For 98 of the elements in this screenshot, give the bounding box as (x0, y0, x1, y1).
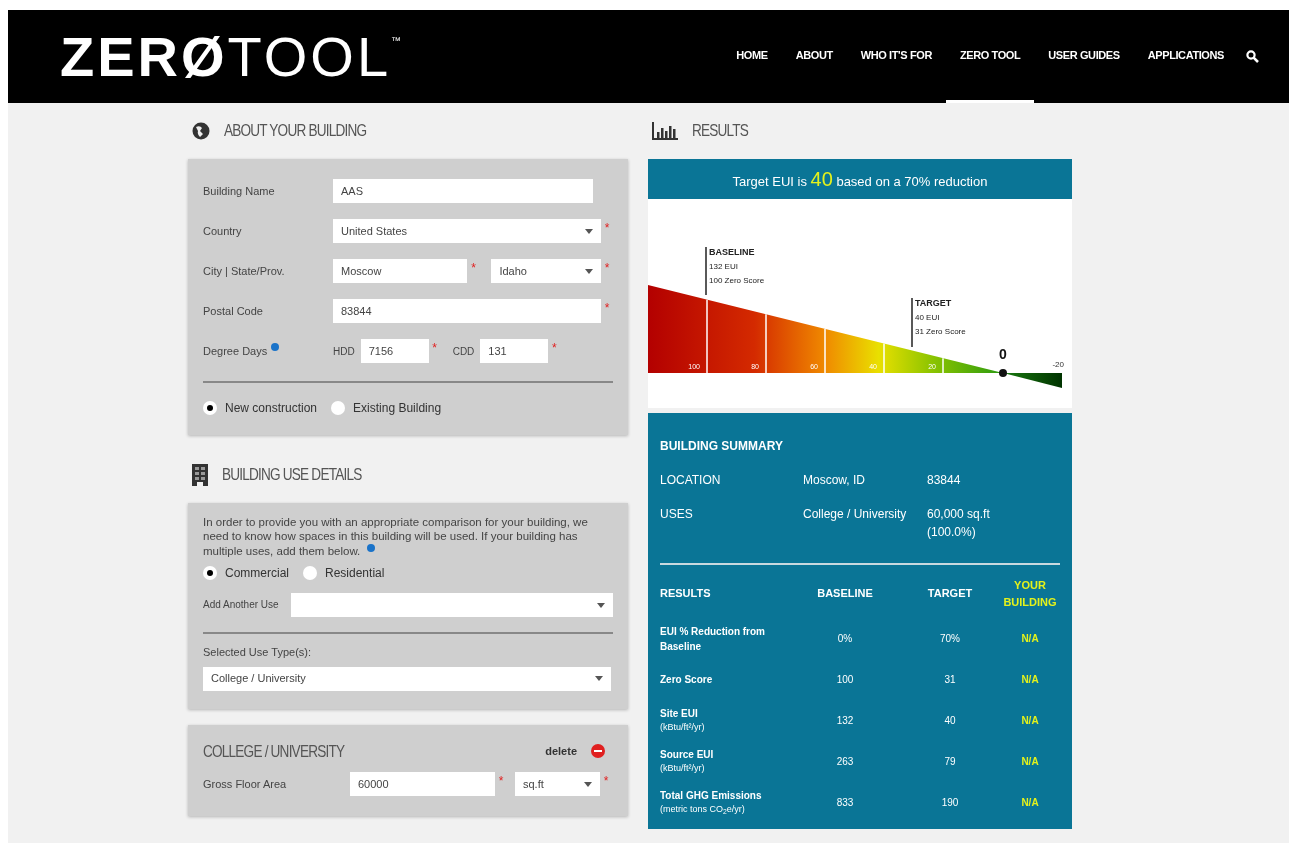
section-title: RESULTS (692, 120, 749, 143)
metric-label: Source EUI (kBtu/ft²/yr) (660, 748, 715, 776)
radio-option[interactable]: Commercial (203, 564, 289, 583)
bar-chart-icon (652, 122, 678, 140)
marker-line (705, 246, 707, 296)
metric-label: Site EUI (kBtu/ft²/yr) (660, 707, 706, 735)
summary-value: 83844 (927, 472, 962, 489)
select-field[interactable]: College / University (203, 666, 611, 691)
table-cell-text: 833 (835, 796, 855, 810)
nav-link[interactable]: HOME (722, 10, 782, 103)
search-icon[interactable] (1246, 50, 1259, 63)
radio-option[interactable]: Existing Building (331, 399, 442, 417)
summary-title: BUILDING SUMMARY (660, 438, 784, 455)
logo[interactable]: ZERØTOOL$^{™}$ (60, 28, 402, 85)
info-icon[interactable] (367, 543, 376, 552)
summary-value: 60,000 sq.ft (100.0%) (927, 506, 991, 541)
input-field[interactable]: 60000 (350, 772, 495, 797)
table-cell-text: N/A (1020, 755, 1040, 769)
nav-link[interactable]: ABOUT (781, 10, 847, 103)
target-label: TARGET (915, 298, 952, 308)
metric-label: Total GHG Emissions (metric tons CO$_{2}$e/yr) (660, 789, 763, 817)
nav-link[interactable]: WHO IT'S FOR (846, 10, 946, 103)
intro-text: In order to provide you with an appropriate comparison for your building, we need to know how spaces in this building will be used. If your building has multiple uses, add them below. (203, 515, 589, 559)
select-field[interactable]: Idaho (491, 259, 601, 283)
baseline-label: 132 EUI (709, 262, 738, 271)
table-cell-text: 263 (835, 755, 855, 769)
summary-value: Moscow, ID (803, 472, 866, 489)
card-title: COLLEGE / UNIVERSITY (203, 740, 345, 763)
results-banner: Target EUI is 40 based on a 70% reduction (648, 159, 1072, 199)
target-label: 40 EUI (915, 313, 940, 322)
table-cell-text: 31 (943, 673, 957, 687)
column-header: YOUR BUILDING (1002, 578, 1058, 610)
radio-circle[interactable] (331, 401, 346, 415)
table-cell-text: 132 (835, 714, 855, 728)
radio-option[interactable]: Residential (303, 564, 385, 583)
required-mark: * (603, 220, 611, 237)
field-label: Selected Use Type(s): (203, 645, 312, 661)
input-field[interactable]: 83844 (333, 299, 601, 323)
field-prefix: CDD (452, 344, 475, 359)
table-cell-text: N/A (1020, 673, 1040, 687)
select-field[interactable] (291, 593, 613, 618)
target-label: 31 Zero Score (915, 327, 966, 336)
nav-link[interactable]: USER GUIDES (1034, 10, 1134, 103)
required-mark: * (551, 340, 558, 357)
table-cell-text: N/A (1020, 796, 1040, 810)
required-mark: * (470, 260, 477, 277)
zero-label: 0 (999, 346, 1007, 362)
section-title: ABOUT YOUR BUILDING (224, 120, 367, 143)
radio-option[interactable]: New construction (203, 399, 318, 417)
table-cell-text: 40 (943, 714, 957, 728)
table-cell-text: 190 (940, 796, 960, 810)
summary-label: USES (660, 507, 693, 521)
input-field[interactable]: Moscow (333, 259, 468, 283)
required-mark: * (602, 773, 610, 791)
column-header: TARGET (926, 586, 974, 602)
input-field[interactable]: 131 (480, 339, 549, 363)
table-cell-text: N/A (1020, 632, 1040, 646)
table-cell-text: N/A (1020, 714, 1040, 728)
required-mark: * (431, 340, 438, 357)
field-label: Country (203, 224, 242, 237)
remove-icon[interactable] (591, 744, 605, 759)
marker-line (911, 297, 913, 348)
column-header: BASELINE (816, 586, 874, 602)
field-label: Degree Days (203, 344, 268, 357)
input-field[interactable]: 7156 (360, 339, 429, 363)
field-label: City | State/Prov. (203, 264, 285, 277)
column-header: RESULTS (660, 586, 712, 602)
info-icon[interactable] (271, 342, 280, 351)
table-cell-text: 79 (943, 755, 957, 769)
baseline-label: BASELINE (709, 247, 755, 257)
table-cell-text: 100 (835, 673, 855, 687)
baseline-label: 100 Zero Score (709, 276, 765, 285)
field-label: Add Another Use (203, 599, 280, 612)
select-field[interactable]: sq.ft (515, 772, 600, 797)
field-label: Postal Code (203, 304, 263, 317)
section-title: BUILDING USE DETAILS (222, 464, 362, 487)
input-field[interactable]: AAS (333, 179, 593, 203)
table-cell-text: 0% (836, 632, 854, 646)
required-mark: * (603, 300, 611, 317)
select-field[interactable]: United States (333, 219, 601, 243)
radio-circle[interactable] (203, 566, 217, 581)
required-mark: * (603, 260, 611, 277)
radio-circle[interactable] (203, 401, 217, 415)
globe-icon (192, 122, 210, 140)
field-label: Gross Floor Area (203, 776, 288, 792)
required-mark: * (497, 773, 505, 791)
summary-label: LOCATION (660, 473, 721, 487)
summary-value: College / University (803, 506, 908, 523)
delete-link[interactable]: delete (545, 743, 577, 760)
building-icon (192, 464, 208, 486)
metric-label: EUI % Reduction from Baseline (660, 624, 766, 654)
scale-label: -20 (1052, 360, 1064, 369)
metric-label: Zero Score (660, 673, 714, 687)
table-cell-text: 70% (939, 632, 961, 646)
radio-circle[interactable] (303, 566, 317, 581)
field-prefix: HDD (333, 344, 355, 359)
field-label: Building Name (203, 184, 275, 197)
nav-link[interactable]: APPLICATIONS (1133, 10, 1238, 103)
